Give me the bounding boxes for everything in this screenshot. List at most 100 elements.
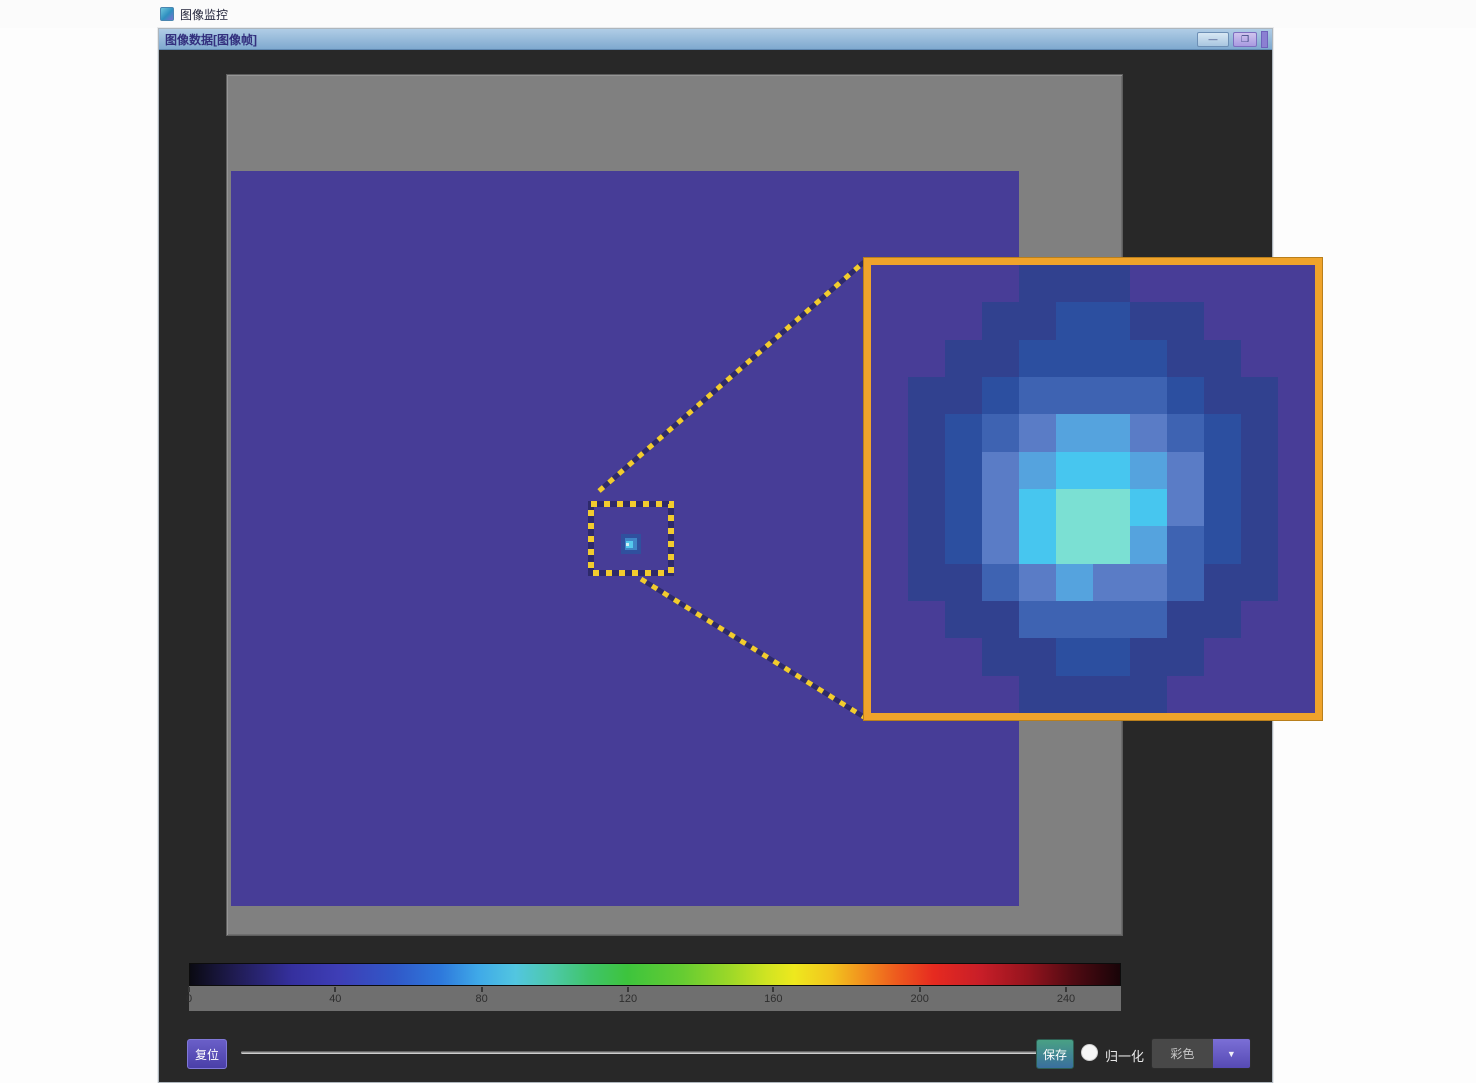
colorbar-tick-mark [627, 987, 629, 992]
inset-pixel [982, 302, 1019, 339]
restore-button[interactable]: ❐ [1233, 32, 1257, 47]
chevron-down-icon[interactable]: ▼ [1213, 1039, 1250, 1068]
colorbar-tick-mark [772, 987, 774, 992]
inset-pixel [945, 340, 982, 377]
window-titlebar[interactable]: 图像数据[图像帧] — ❐ [159, 29, 1272, 50]
colormap-select[interactable]: 彩色 ▼ [1151, 1038, 1251, 1069]
window-buttons: — ❐ [1197, 31, 1268, 47]
inset-pixel [908, 414, 945, 451]
colorbar-tick-label: 200 [911, 993, 929, 1005]
inset-pixel [945, 414, 982, 451]
colorbar-tick-strip: 04080120160200240 [189, 986, 1121, 1011]
inset-pixel [1278, 489, 1315, 526]
inset-pixel [1056, 377, 1093, 414]
inset-pixel [1241, 638, 1278, 675]
inset-pixel [1241, 564, 1278, 601]
inset-pixel [1130, 601, 1167, 638]
inset-pixel [1019, 489, 1056, 526]
inset-pixel [908, 377, 945, 414]
inset-pixel [1093, 601, 1130, 638]
inset-pixel [1278, 377, 1315, 414]
inset-pixel [871, 302, 908, 339]
inset-pixel [1093, 452, 1130, 489]
inset-pixel [871, 489, 908, 526]
zoom-inset-pixel-grid [871, 265, 1315, 713]
inset-pixel [945, 601, 982, 638]
inset-pixel [1241, 377, 1278, 414]
restore-icon: ❐ [1241, 34, 1249, 44]
inset-pixel [945, 302, 982, 339]
inset-pixel [1093, 489, 1130, 526]
inset-pixel [871, 526, 908, 563]
minimize-button[interactable]: — [1197, 32, 1229, 47]
inset-pixel [1167, 302, 1204, 339]
colorbar-tick-mark [188, 987, 190, 992]
inset-pixel [1167, 638, 1204, 675]
inset-pixel [1167, 676, 1204, 713]
inset-pixel [1019, 340, 1056, 377]
inset-pixel [1130, 526, 1167, 563]
inset-pixel [982, 377, 1019, 414]
inset-pixel [982, 638, 1019, 675]
spot-peak [626, 543, 629, 546]
inset-pixel [871, 452, 908, 489]
inset-pixel [1019, 302, 1056, 339]
inset-pixel [908, 564, 945, 601]
inset-pixel [1130, 302, 1167, 339]
inset-pixel [871, 377, 908, 414]
colorbar-tick-label: 160 [764, 993, 782, 1005]
inset-pixel [982, 676, 1019, 713]
tab-label: 图像监控 [180, 6, 228, 23]
inset-pixel [908, 676, 945, 713]
inset-pixel [1204, 414, 1241, 451]
inset-pixel [1204, 489, 1241, 526]
normalize-radio[interactable] [1081, 1044, 1098, 1061]
inset-pixel [1056, 638, 1093, 675]
inset-pixel [1056, 414, 1093, 451]
tab-image-monitor[interactable]: 图像监控 [160, 3, 228, 25]
inset-pixel [1167, 340, 1204, 377]
inset-pixel [982, 414, 1019, 451]
inset-pixel [1056, 564, 1093, 601]
inset-pixel [1204, 340, 1241, 377]
colorbar-tick-mark [481, 987, 483, 992]
colorbar-tick-label: 80 [476, 993, 488, 1005]
inset-pixel [945, 676, 982, 713]
inset-pixel [1093, 526, 1130, 563]
inset-pixel [1241, 452, 1278, 489]
inset-pixel [1167, 265, 1204, 302]
inset-pixel [1130, 265, 1167, 302]
colorbar-tick-mark [919, 987, 921, 992]
inset-pixel [945, 265, 982, 302]
minimize-icon: — [1209, 34, 1218, 44]
inset-pixel [871, 601, 908, 638]
close-button-partial[interactable] [1261, 31, 1268, 48]
inset-pixel [1019, 676, 1056, 713]
inset-pixel [908, 302, 945, 339]
normalize-label: 归一化 [1105, 1046, 1144, 1065]
inset-pixel [908, 638, 945, 675]
inset-pixel [1204, 676, 1241, 713]
level-slider[interactable] [241, 1048, 1037, 1058]
inset-pixel [982, 340, 1019, 377]
inset-pixel [1019, 452, 1056, 489]
inset-pixel [1278, 340, 1315, 377]
inset-pixel [1204, 377, 1241, 414]
inset-pixel [1019, 265, 1056, 302]
inset-pixel [1204, 601, 1241, 638]
inset-pixel [1130, 676, 1167, 713]
inset-pixel [1130, 340, 1167, 377]
inset-pixel [1241, 265, 1278, 302]
inset-pixel [908, 489, 945, 526]
inset-pixel [1130, 638, 1167, 675]
inset-pixel [1278, 526, 1315, 563]
reset-button[interactable]: 复位 [187, 1039, 227, 1069]
inset-pixel [1056, 489, 1093, 526]
save-button[interactable]: 保存 [1036, 1039, 1074, 1069]
level-slider-track[interactable] [241, 1051, 1037, 1054]
inset-pixel [1093, 265, 1130, 302]
inset-pixel [945, 638, 982, 675]
colorbar-tick-label: 40 [329, 993, 341, 1005]
inset-pixel [1019, 601, 1056, 638]
inset-pixel [1241, 340, 1278, 377]
